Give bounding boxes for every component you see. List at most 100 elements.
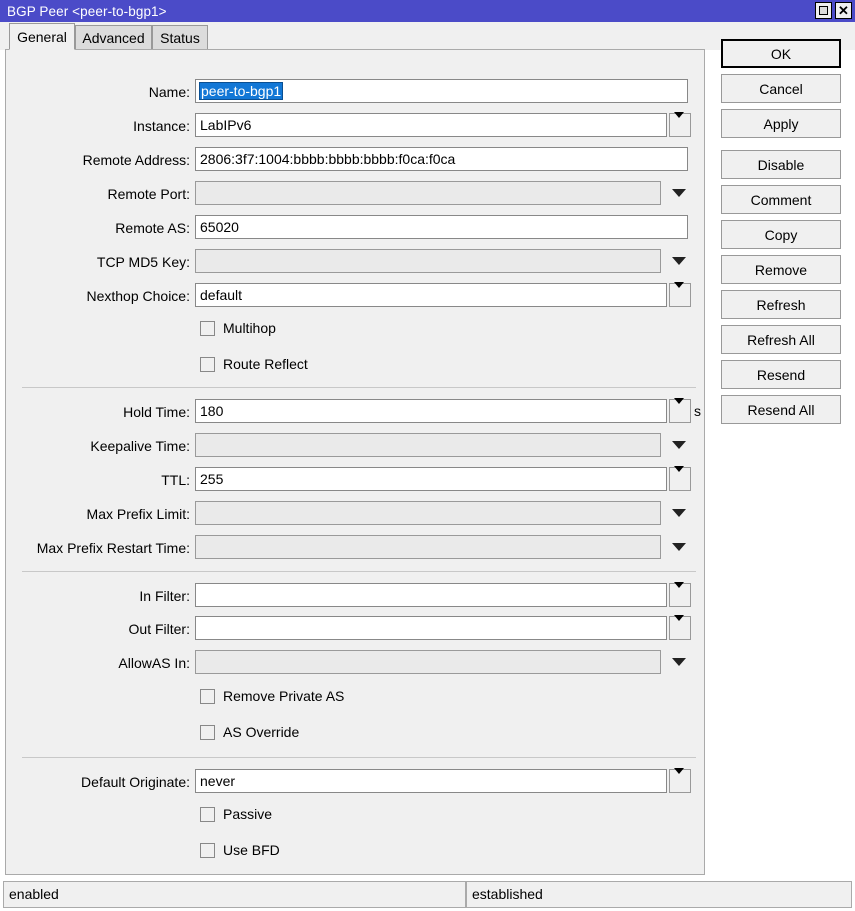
checkbox-as-override[interactable] bbox=[200, 725, 215, 740]
button-label: Refresh bbox=[756, 297, 805, 313]
chevron-down-icon[interactable] bbox=[669, 535, 689, 559]
input-keepalive-time bbox=[195, 433, 661, 457]
spinner-button[interactable] bbox=[669, 283, 691, 307]
button-label: Refresh All bbox=[747, 332, 815, 348]
tab-advanced[interactable]: Advanced bbox=[75, 25, 152, 50]
label-default-originate: Default Originate: bbox=[81, 769, 190, 795]
button-label: OK bbox=[771, 46, 791, 62]
label-instance: Instance: bbox=[133, 113, 190, 139]
spinner-button[interactable] bbox=[669, 467, 691, 491]
spinner-button[interactable] bbox=[669, 399, 691, 423]
remove-button[interactable]: Remove bbox=[721, 255, 841, 284]
label-remote-as: Remote AS: bbox=[115, 215, 190, 241]
checkbox-label-as-override: AS Override bbox=[223, 722, 299, 743]
window-title: BGP Peer <peer-to-bgp1> bbox=[0, 4, 167, 19]
input-remote-address[interactable]: 2806:3f7:1004:bbbb:bbbb:bbbb:f0ca:f0ca bbox=[195, 147, 688, 171]
form-row-keepalive-time: Keepalive Time: bbox=[6, 433, 704, 459]
copy-button[interactable]: Copy bbox=[721, 220, 841, 249]
restore-icon[interactable] bbox=[815, 2, 832, 19]
checkbox-use-bfd[interactable] bbox=[200, 843, 215, 858]
checkbox-passive[interactable] bbox=[200, 807, 215, 822]
window-controls: ✕ bbox=[815, 2, 852, 19]
cancel-button[interactable]: Cancel bbox=[721, 74, 841, 103]
form-row-max-prefix-restart-time: Max Prefix Restart Time: bbox=[6, 535, 704, 561]
input-tcp-md5-key bbox=[195, 249, 661, 273]
tab-label: General bbox=[17, 29, 67, 45]
form-row-default-originate: Default Originate:never bbox=[6, 769, 704, 795]
refresh-all-button[interactable]: Refresh All bbox=[721, 325, 841, 354]
input-max-prefix-limit bbox=[195, 501, 661, 525]
label-hold-time: Hold Time: bbox=[123, 399, 190, 425]
form-row-remote-port: Remote Port: bbox=[6, 181, 704, 207]
section-divider bbox=[22, 757, 696, 758]
checkbox-route-reflect[interactable] bbox=[200, 357, 215, 372]
spinner-button[interactable] bbox=[669, 769, 691, 793]
label-name: Name: bbox=[149, 79, 190, 105]
button-label: Comment bbox=[751, 192, 812, 208]
refresh-button[interactable]: Refresh bbox=[721, 290, 841, 319]
input-name[interactable]: peer-to-bgp1 bbox=[195, 79, 688, 103]
tab-label: Advanced bbox=[82, 30, 144, 46]
label-max-prefix-restart-time: Max Prefix Restart Time: bbox=[37, 535, 190, 561]
close-icon[interactable]: ✕ bbox=[835, 2, 852, 19]
chevron-down-icon[interactable] bbox=[669, 181, 689, 205]
form-row-instance: Instance:LabIPv6 bbox=[6, 113, 704, 139]
input-ttl[interactable]: 255 bbox=[195, 467, 667, 491]
label-max-prefix-limit: Max Prefix Limit: bbox=[87, 501, 190, 527]
spinner-button[interactable] bbox=[669, 583, 691, 607]
form-row-hold-time: Hold Time:180 s bbox=[6, 399, 704, 425]
input-remote-as[interactable]: 65020 bbox=[195, 215, 688, 239]
checkbox-label-route-reflect: Route Reflect bbox=[223, 354, 308, 375]
checkbox-row-route-reflect: Route Reflect bbox=[6, 354, 704, 378]
checkbox-row-remove-private-as: Remove Private AS bbox=[6, 686, 704, 710]
selected-text: peer-to-bgp1 bbox=[200, 83, 282, 99]
checkbox-label-use-bfd: Use BFD bbox=[223, 840, 280, 861]
tab-status[interactable]: Status bbox=[152, 25, 208, 50]
checkbox-row-multihop: Multihop bbox=[6, 318, 704, 342]
general-tab-panel: Name:peer-to-bgp1Instance:LabIPv6Remote … bbox=[5, 49, 705, 875]
label-ttl: TTL: bbox=[161, 467, 190, 493]
spinner-button[interactable] bbox=[669, 616, 691, 640]
form-row-max-prefix-limit: Max Prefix Limit: bbox=[6, 501, 704, 527]
status-bar: enabled established bbox=[3, 881, 852, 908]
input-default-originate[interactable]: never bbox=[195, 769, 667, 793]
form-row-name: Name: peer-to-bgp1 bbox=[6, 79, 704, 105]
checkbox-row-use-bfd: Use BFD bbox=[6, 840, 704, 864]
input-out-filter[interactable] bbox=[195, 616, 667, 640]
button-label: Resend All bbox=[748, 402, 815, 418]
chevron-down-icon[interactable] bbox=[669, 650, 689, 674]
spinner-button[interactable] bbox=[669, 113, 691, 137]
chevron-down-icon[interactable] bbox=[669, 433, 689, 457]
input-hold-time[interactable]: 180 bbox=[195, 399, 667, 423]
ok-button[interactable]: OK bbox=[721, 39, 841, 68]
unit-hold-time: s bbox=[694, 399, 701, 423]
checkbox-label-passive: Passive bbox=[223, 804, 272, 825]
button-label: Remove bbox=[755, 262, 807, 278]
checkbox-label-multihop: Multihop bbox=[223, 318, 276, 339]
label-out-filter: Out Filter: bbox=[129, 616, 190, 642]
disable-button[interactable]: Disable bbox=[721, 150, 841, 179]
status-established: established bbox=[466, 881, 852, 908]
checkbox-multihop[interactable] bbox=[200, 321, 215, 336]
resend-all-button[interactable]: Resend All bbox=[721, 395, 841, 424]
chevron-down-icon[interactable] bbox=[669, 249, 689, 273]
tab-label: Status bbox=[160, 30, 200, 46]
input-in-filter[interactable] bbox=[195, 583, 667, 607]
apply-button[interactable]: Apply bbox=[721, 109, 841, 138]
input-max-prefix-restart-time bbox=[195, 535, 661, 559]
section-divider bbox=[22, 571, 696, 572]
resend-button[interactable]: Resend bbox=[721, 360, 841, 389]
input-nexthop-choice[interactable]: default bbox=[195, 283, 667, 307]
label-remote-port: Remote Port: bbox=[108, 181, 190, 207]
form-row-allowas-in: AllowAS In: bbox=[6, 650, 704, 676]
label-nexthop-choice: Nexthop Choice: bbox=[86, 283, 190, 309]
label-in-filter: In Filter: bbox=[139, 583, 190, 609]
chevron-down-icon[interactable] bbox=[669, 501, 689, 525]
label-remote-address: Remote Address: bbox=[83, 147, 190, 173]
form-row-nexthop-choice: Nexthop Choice:default bbox=[6, 283, 704, 309]
input-instance[interactable]: LabIPv6 bbox=[195, 113, 667, 137]
tab-general[interactable]: General bbox=[9, 23, 75, 50]
form-row-in-filter: In Filter: bbox=[6, 583, 704, 609]
comment-button[interactable]: Comment bbox=[721, 185, 841, 214]
checkbox-remove-private-as[interactable] bbox=[200, 689, 215, 704]
